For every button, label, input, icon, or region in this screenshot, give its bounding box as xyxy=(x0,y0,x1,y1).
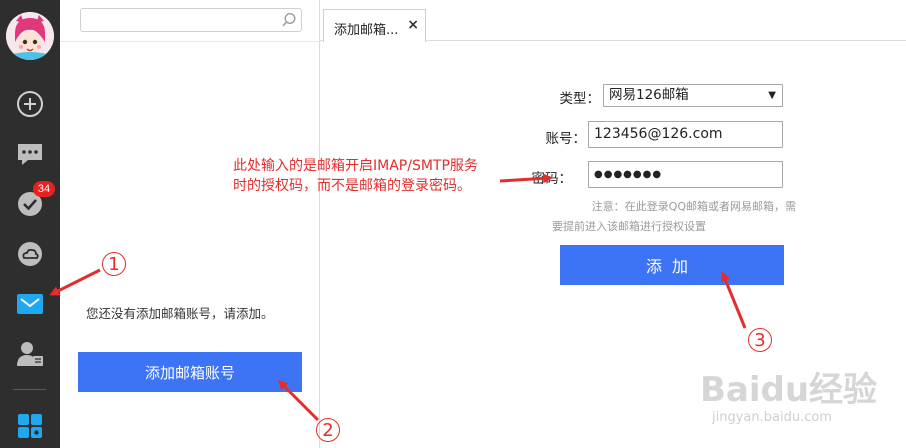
authorization-note: 注意：在此登录QQ邮箱或者网易邮箱，需 要提前进入该邮箱进行授权设置 xyxy=(552,197,796,237)
cloud-icon[interactable] xyxy=(12,236,48,272)
rail-divider xyxy=(13,389,46,390)
account-label: 账号： xyxy=(545,131,587,147)
add-mail-account-button[interactable]: 添加邮箱账号 xyxy=(78,352,302,392)
chevron-down-icon: ▼ xyxy=(768,90,776,101)
search-icon[interactable] xyxy=(281,12,297,28)
search-input[interactable] xyxy=(80,8,302,32)
empty-state-message: 您还没有添加邮箱账号，请添加。 xyxy=(86,306,274,321)
left-rail xyxy=(0,0,60,448)
tab-add-mailbox[interactable]: 添加邮箱... × xyxy=(323,9,426,42)
baidu-watermark: Baidu经验 xyxy=(700,370,878,410)
password-label: 密码： xyxy=(531,171,573,187)
avatar[interactable] xyxy=(6,12,54,60)
note-line-2: 要提前进入该邮箱进行授权设置 xyxy=(552,220,706,233)
contacts-icon[interactable] xyxy=(12,336,48,372)
add-submit-button[interactable]: 添加 xyxy=(560,245,784,285)
step-marker-2: 2 xyxy=(316,418,340,442)
unread-badge: 34 xyxy=(33,181,55,197)
add-icon[interactable] xyxy=(12,86,48,122)
chat-icon[interactable] xyxy=(12,136,48,172)
watermark-url: jingyan.baidu.com xyxy=(712,410,832,425)
password-field[interactable]: ●●●●●●● xyxy=(588,161,783,188)
step-marker-3: 3 xyxy=(748,328,772,352)
type-label: 类型： xyxy=(559,91,601,107)
note-line-1: 注意：在此登录QQ邮箱或者网易邮箱，需 xyxy=(591,200,796,213)
account-field[interactable]: 123456@126.com xyxy=(588,121,783,148)
tab-label: 添加邮箱... xyxy=(334,23,399,38)
step-marker-1: 1 xyxy=(102,252,126,276)
callout-line-1: 此处输入的是邮箱开启IMAP/SMTP服务 xyxy=(233,158,478,174)
panel-divider xyxy=(60,41,320,42)
close-icon[interactable]: × xyxy=(407,17,419,33)
mailbox-type-select[interactable]: 网易126邮箱 ▼ xyxy=(603,84,783,107)
apps-icon[interactable] xyxy=(12,408,48,444)
mailbox-type-value: 网易126邮箱 xyxy=(609,87,689,103)
mail-icon[interactable] xyxy=(12,286,48,322)
callout-line-2: 时的授权码，而不是邮箱的登录密码。 xyxy=(233,178,471,194)
